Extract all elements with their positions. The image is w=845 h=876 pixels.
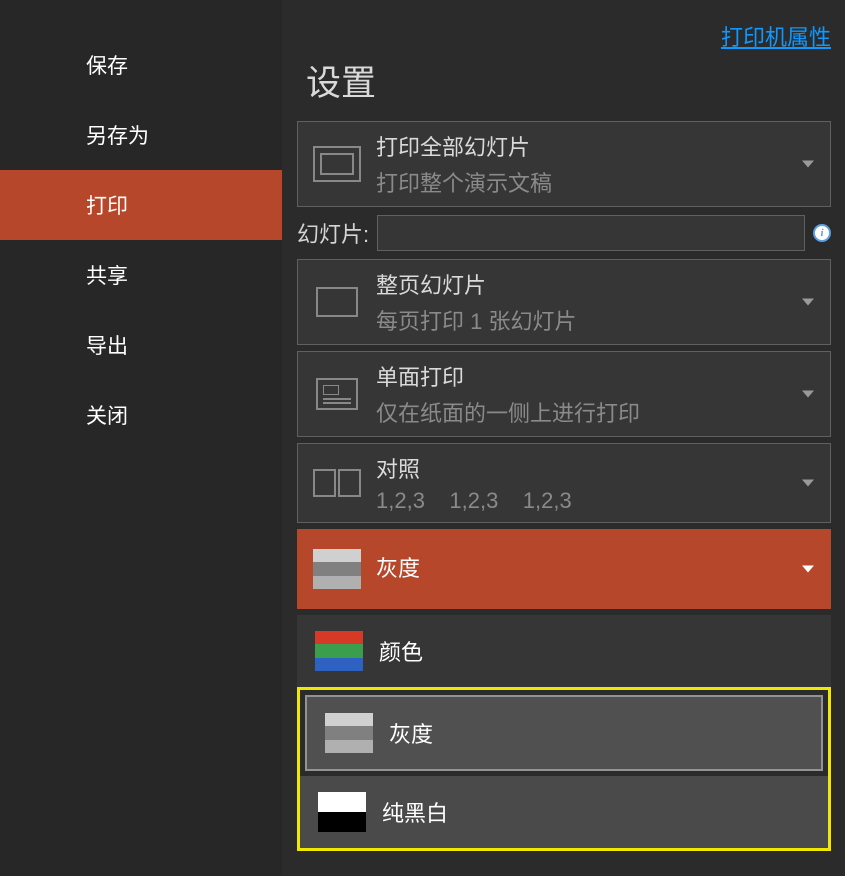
collate-dropdown[interactable]: 对照 1,2,3 1,2,3 1,2,3 xyxy=(297,443,831,523)
single-side-icon xyxy=(312,375,362,413)
color-option-blackwhite[interactable]: 纯黑白 xyxy=(300,776,828,848)
dropdown-title: 打印全部幻灯片 xyxy=(376,130,816,162)
color-option-label: 纯黑白 xyxy=(382,796,448,828)
layout-dropdown[interactable]: 整页幻灯片 每页打印 1 张幻灯片 xyxy=(297,259,831,345)
chevron-down-icon xyxy=(802,299,814,306)
highlighted-options: 灰度 纯黑白 xyxy=(297,687,831,851)
chevron-down-icon xyxy=(802,480,814,487)
chevron-down-icon xyxy=(802,566,814,573)
color-mode-dropdown[interactable]: 灰度 xyxy=(297,529,831,609)
settings-heading: 设置 xyxy=(306,55,833,106)
blackwhite-icon xyxy=(318,792,366,832)
all-slides-icon xyxy=(312,145,362,183)
slides-label: 幻灯片: xyxy=(297,213,369,253)
grayscale-icon xyxy=(312,550,362,588)
slides-row: 幻灯片: i xyxy=(297,213,831,253)
print-what-dropdown[interactable]: 打印全部幻灯片 打印整个演示文稿 xyxy=(297,121,831,207)
info-icon[interactable]: i xyxy=(813,224,831,242)
dropdown-text: 灰度 xyxy=(376,551,816,587)
dropdown-text: 单面打印 仅在纸面的一侧上进行打印 xyxy=(376,360,816,428)
collate-icon xyxy=(312,464,362,502)
main-panel: 打印机属性 设置 打印全部幻灯片 打印整个演示文稿 幻灯片: i 整页幻灯片 每… xyxy=(282,0,845,876)
chevron-down-icon xyxy=(802,391,814,398)
dropdown-subtitle: 1,2,3 1,2,3 1,2,3 xyxy=(376,488,816,514)
dropdown-title: 单面打印 xyxy=(376,360,816,392)
grayscale-icon xyxy=(325,713,373,753)
dropdown-text: 对照 1,2,3 1,2,3 1,2,3 xyxy=(376,452,816,514)
dropdown-title: 对照 xyxy=(376,452,816,484)
dropdown-text: 整页幻灯片 每页打印 1 张幻灯片 xyxy=(376,268,816,336)
sidebar: 保存 另存为 打印 共享 导出 关闭 xyxy=(0,0,282,876)
sidebar-item-save[interactable]: 保存 xyxy=(0,30,282,100)
color-rgb-icon xyxy=(315,631,363,671)
dropdown-title: 灰度 xyxy=(376,551,816,583)
color-mode-menu: 颜色 xyxy=(297,615,831,687)
color-option-grayscale[interactable]: 灰度 xyxy=(305,695,823,771)
sidebar-item-export[interactable]: 导出 xyxy=(0,310,282,380)
chevron-down-icon xyxy=(802,161,814,168)
sidebar-item-print[interactable]: 打印 xyxy=(0,170,282,240)
color-option-label: 颜色 xyxy=(379,635,423,667)
dropdown-subtitle: 仅在纸面的一侧上进行打印 xyxy=(376,396,816,428)
printer-properties-link[interactable]: 打印机属性 xyxy=(721,20,831,52)
sidebar-item-share[interactable]: 共享 xyxy=(0,240,282,310)
sidebar-item-close[interactable]: 关闭 xyxy=(0,380,282,450)
dropdown-subtitle: 打印整个演示文稿 xyxy=(376,166,816,198)
color-option-color[interactable]: 颜色 xyxy=(297,615,831,687)
sidebar-item-save-as[interactable]: 另存为 xyxy=(0,100,282,170)
sides-dropdown[interactable]: 单面打印 仅在纸面的一侧上进行打印 xyxy=(297,351,831,437)
color-option-label: 灰度 xyxy=(389,717,433,749)
dropdown-text: 打印全部幻灯片 打印整个演示文稿 xyxy=(376,130,816,198)
slides-input[interactable] xyxy=(377,215,805,251)
fullpage-icon xyxy=(312,283,362,321)
dropdown-title: 整页幻灯片 xyxy=(376,268,816,300)
dropdown-subtitle: 每页打印 1 张幻灯片 xyxy=(376,304,816,336)
